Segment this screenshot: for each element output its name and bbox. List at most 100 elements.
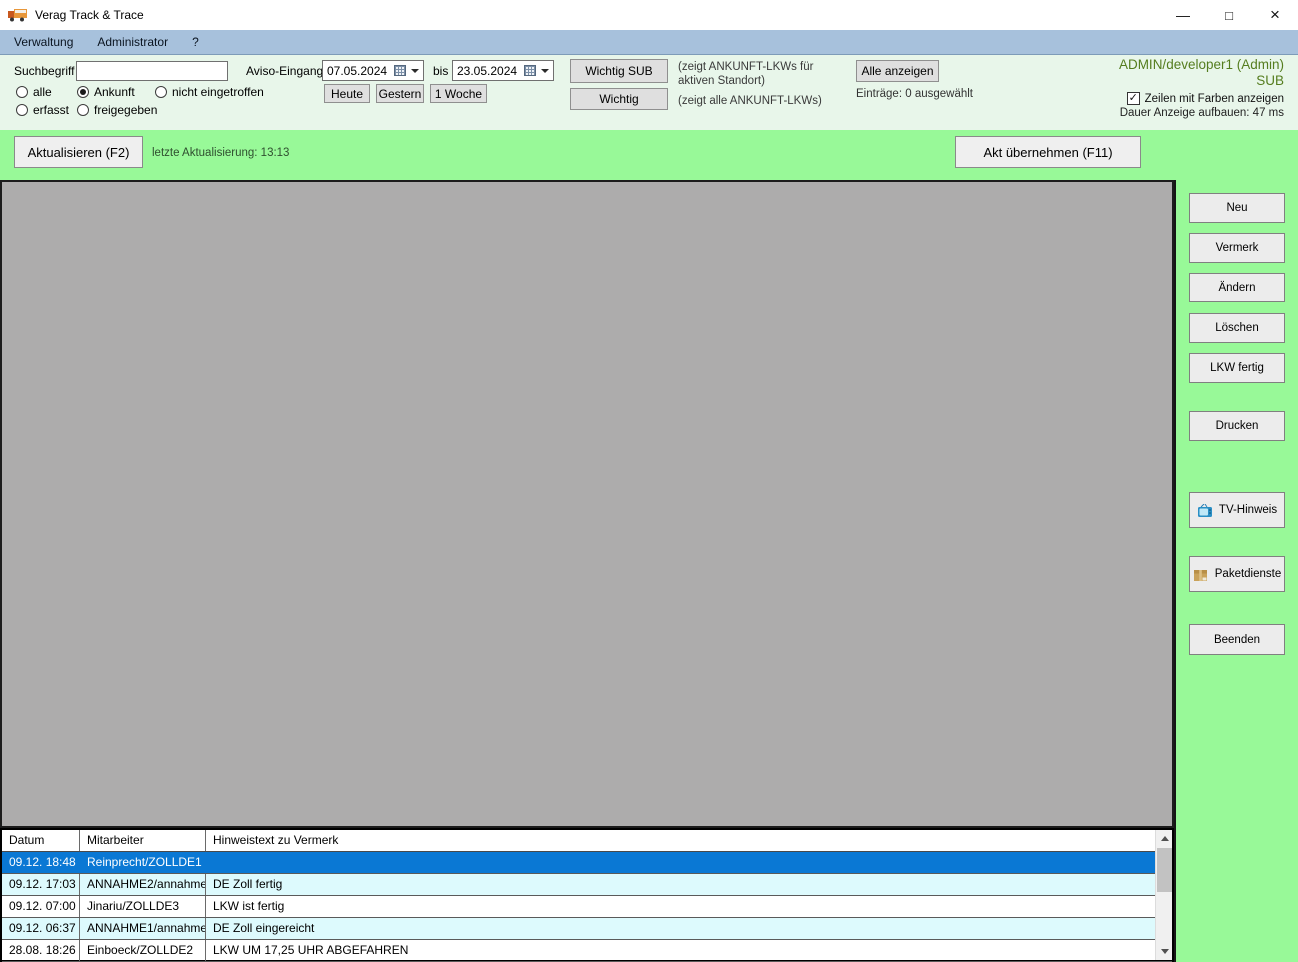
menu-help[interactable]: ? <box>182 31 209 53</box>
radio-alle-label: alle <box>33 85 52 99</box>
date-to-value: 23.05.2024 <box>457 63 518 78</box>
menu-verwaltung[interactable]: Verwaltung <box>4 31 83 53</box>
color-rows-checkbox-label: Zeilen mit Farben anzeigen <box>1144 92 1284 105</box>
scrollbar-thumb[interactable] <box>1157 848 1172 892</box>
wichtig-button[interactable]: Wichtig <box>570 88 668 110</box>
filter-panel: Suchbegriff alle Ankunft nicht eingetrof… <box>0 55 1298 130</box>
cell-datum[interactable]: 28.08. 18:26 <box>2 940 80 961</box>
search-label: Suchbegriff <box>14 64 75 78</box>
refresh-button[interactable]: Aktualisieren (F2) <box>14 136 143 168</box>
minimize-button[interactable]: — <box>1160 0 1206 30</box>
date-from-value: 07.05.2024 <box>327 63 388 78</box>
vermerk-button[interactable]: Vermerk <box>1189 233 1285 263</box>
tv-hinweis-label: TV-Hinweis <box>1218 504 1278 516</box>
radio-circle <box>77 104 89 116</box>
lkw-fertig-button[interactable]: LKW fertig <box>1189 353 1285 383</box>
cell-hinweistext[interactable]: DE Zoll eingereicht <box>206 918 1153 939</box>
user-site: SUB <box>1256 73 1284 88</box>
package-icon <box>1193 568 1209 581</box>
chevron-down-icon[interactable] <box>411 68 419 73</box>
table-scrollbar[interactable] <box>1155 830 1172 960</box>
aendern-button[interactable]: Ändern <box>1189 273 1285 302</box>
entries-count: Einträge: 0 ausgewählt <box>856 88 973 100</box>
cell-datum[interactable]: 09.12. 18:48 <box>2 852 80 873</box>
date-from-picker[interactable]: 07.05.2024 <box>322 60 424 81</box>
table-row[interactable]: 09.12. 18:48 Reinprecht/ZOLLDE1 <box>2 852 1172 874</box>
cell-mitarbeiter[interactable]: Reinprecht/ZOLLDE1 <box>80 852 206 873</box>
cell-datum[interactable]: 09.12. 07:00 <box>2 896 80 917</box>
radio-alle[interactable]: alle <box>16 85 52 99</box>
radio-circle <box>16 86 28 98</box>
wichtig-sub-button[interactable]: Wichtig SUB <box>570 59 668 83</box>
cell-mitarbeiter[interactable]: ANNAHME2/annahme2 <box>80 874 206 895</box>
cell-mitarbeiter[interactable]: Einboeck/ZOLLDE2 <box>80 940 206 961</box>
radio-circle <box>16 104 28 116</box>
color-rows-checkbox-row: Zeilen mit Farben anzeigen <box>1004 91 1284 105</box>
cell-hinweistext[interactable]: LKW ist fertig <box>206 896 1153 917</box>
date-to-picker[interactable]: 23.05.2024 <box>452 60 554 81</box>
cell-datum[interactable]: 09.12. 06:37 <box>2 918 80 939</box>
table-row[interactable]: 09.12. 07:00 Jinariu/ZOLLDE3 LKW ist fer… <box>2 896 1172 918</box>
drucken-button[interactable]: Drucken <box>1189 411 1285 441</box>
loeschen-button[interactable]: Löschen <box>1189 313 1285 343</box>
menu-administrator[interactable]: Administrator <box>87 31 178 53</box>
bis-label: bis <box>433 64 449 78</box>
akt-uebernehmen-button[interactable]: Akt übernehmen (F11) <box>955 136 1141 168</box>
vermerk-table: Datum Mitarbeiter Hinweistext zu Vermerk… <box>0 828 1174 962</box>
tv-hinweis-button[interactable]: TV-Hinweis <box>1189 492 1285 528</box>
calendar-icon <box>394 65 406 76</box>
chevron-down-icon[interactable] <box>541 68 549 73</box>
heute-button[interactable]: Heute <box>324 84 370 103</box>
cell-hinweistext[interactable]: DE Zoll fertig <box>206 874 1153 895</box>
menu-bar: Verwaltung Administrator ? <box>0 30 1298 55</box>
cell-mitarbeiter[interactable]: Jinariu/ZOLLDE3 <box>80 896 206 917</box>
header-hinweistext[interactable]: Hinweistext zu Vermerk <box>206 830 1153 851</box>
main-list-area[interactable] <box>0 180 1174 828</box>
scroll-down-icon[interactable] <box>1156 943 1173 960</box>
search-input[interactable] <box>76 61 228 81</box>
header-mitarbeiter[interactable]: Mitarbeiter <box>80 830 206 851</box>
cell-datum[interactable]: 09.12. 17:03 <box>2 874 80 895</box>
window-title: Verag Track & Trace <box>35 8 144 22</box>
scroll-up-icon[interactable] <box>1156 830 1173 847</box>
radio-nicht-eingetroffen-label: nicht eingetroffen <box>172 85 264 99</box>
title-bar: Verag Track & Trace — □ × <box>0 0 1298 30</box>
maximize-button[interactable]: □ <box>1206 0 1252 30</box>
radio-freigegeben-label: freigegeben <box>94 103 158 117</box>
cell-hinweistext[interactable]: LKW UM 17,25 UHR ABGEFAHREN <box>206 940 1153 961</box>
radio-freigegeben[interactable]: freigegeben <box>77 103 157 117</box>
radio-ankunft[interactable]: Ankunft <box>77 85 135 99</box>
user-name: ADMIN/developer1 (Admin) <box>1118 57 1284 72</box>
table-row[interactable]: 28.08. 18:26 Einboeck/ZOLLDE2 LKW UM 17,… <box>2 940 1172 962</box>
neu-button[interactable]: Neu <box>1189 193 1285 223</box>
tv-icon <box>1197 503 1213 517</box>
checked-checkbox-icon[interactable] <box>1126 91 1140 105</box>
action-sidebar: Neu Vermerk Ändern Löschen LKW fertig Dr… <box>1174 180 1298 962</box>
paketdienste-label: Paketdienste <box>1214 568 1282 580</box>
radio-erfasst-label: erfasst <box>33 103 70 117</box>
eine-woche-button[interactable]: 1 Woche <box>430 84 487 103</box>
beenden-button[interactable]: Beenden <box>1189 624 1285 655</box>
paketdienste-button[interactable]: Paketdienste <box>1189 556 1285 592</box>
header-datum[interactable]: Datum <box>2 830 80 851</box>
radio-erfasst[interactable]: erfasst <box>16 103 69 117</box>
window-controls: — □ × <box>1160 0 1298 30</box>
cell-hinweistext[interactable] <box>206 852 1153 873</box>
wichtig-sub-hint: (zeigt ANKUNFT-LKWs für aktiven Standort… <box>678 61 814 87</box>
alle-anzeigen-button[interactable]: Alle anzeigen <box>856 60 939 82</box>
table-header-row: Datum Mitarbeiter Hinweistext zu Vermerk <box>2 830 1172 852</box>
render-duration: Dauer Anzeige aufbauen: 47 ms <box>1119 107 1284 119</box>
cell-mitarbeiter[interactable]: ANNAHME1/annahme1 <box>80 918 206 939</box>
table-row[interactable]: 09.12. 17:03 ANNAHME2/annahme2 DE Zoll f… <box>2 874 1172 896</box>
last-update-label: letzte Aktualisierung: 13:13 <box>152 147 290 159</box>
table-row[interactable]: 09.12. 06:37 ANNAHME1/annahme1 DE Zoll e… <box>2 918 1172 940</box>
app-window: Verag Track & Trace — □ × Verwaltung Adm… <box>0 0 1298 962</box>
user-info: ADMIN/developer1 (Admin) SUB Zeilen mit … <box>1004 57 1284 119</box>
radio-nicht-eingetroffen[interactable]: nicht eingetroffen <box>155 85 264 99</box>
close-button[interactable]: × <box>1252 0 1298 30</box>
radio-circle <box>155 86 167 98</box>
gestern-button[interactable]: Gestern <box>376 84 424 103</box>
calendar-icon <box>524 65 536 76</box>
truck-icon <box>8 8 28 22</box>
radio-ankunft-label: Ankunft <box>94 85 135 99</box>
